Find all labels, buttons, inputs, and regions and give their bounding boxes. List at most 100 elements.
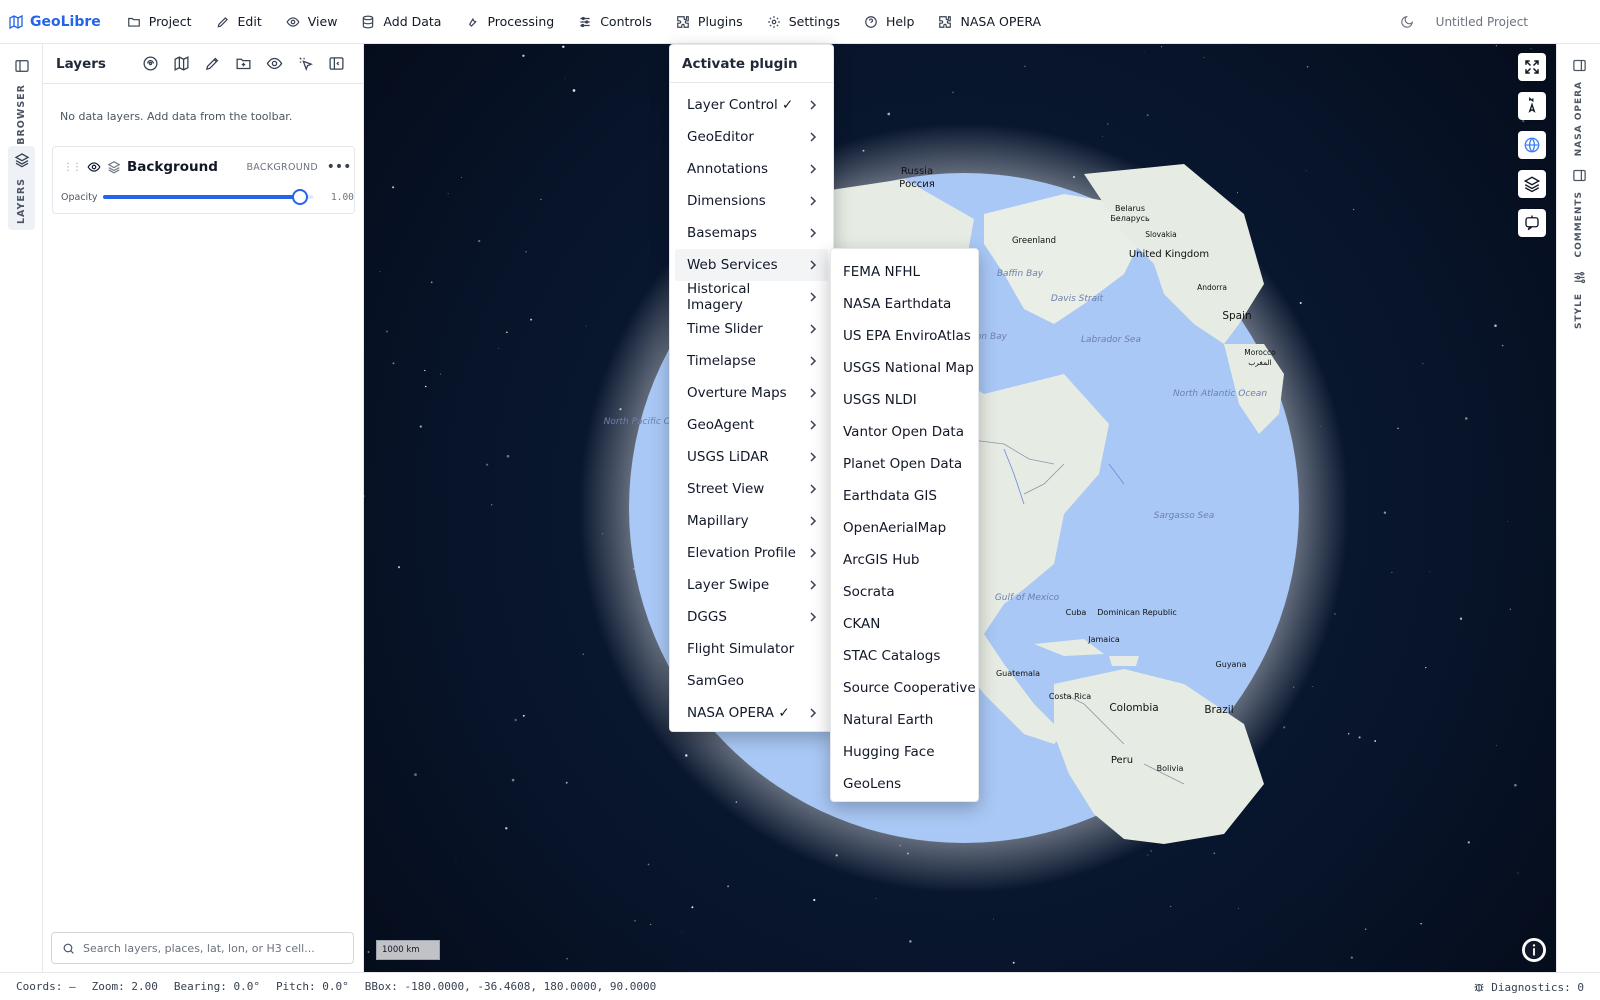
plugin-item-label: Overture Maps bbox=[687, 385, 787, 401]
visibility-icon[interactable] bbox=[266, 55, 283, 72]
more-options-icon[interactable]: ••• bbox=[324, 159, 354, 175]
plugin-item-geoagent[interactable]: GeoAgent bbox=[675, 409, 828, 441]
map-label: Costa Rica bbox=[1049, 692, 1091, 701]
web-service-ckan[interactable]: CKAN bbox=[831, 608, 978, 640]
opacity-slider-thumb[interactable] bbox=[292, 189, 309, 205]
web-service-source-cooperative[interactable]: Source Cooperative bbox=[831, 672, 978, 704]
basemap-icon[interactable] bbox=[173, 55, 190, 72]
plugin-item-annotations[interactable]: Annotations bbox=[675, 153, 828, 185]
map-label: Spain bbox=[1222, 310, 1251, 322]
plugin-item-web-services[interactable]: Web Services bbox=[675, 249, 828, 281]
web-service-usgs-national-map[interactable]: USGS National Map bbox=[831, 352, 978, 384]
add-folder-icon[interactable] bbox=[235, 55, 252, 72]
menu-project[interactable]: Project bbox=[115, 0, 204, 44]
web-service-openaerialmap[interactable]: OpenAerialMap bbox=[831, 512, 978, 544]
layer-item-background[interactable]: ⋮⋮ Background BACKGROUND ••• Opacity 1.0… bbox=[52, 146, 355, 214]
plugin-item-dggs[interactable]: DGGS bbox=[675, 601, 828, 633]
map-label: Bolivia bbox=[1157, 764, 1184, 773]
globe-button[interactable] bbox=[1518, 131, 1546, 159]
moon-icon[interactable] bbox=[1400, 15, 1414, 29]
tab-browser-label: BROWSER bbox=[16, 84, 27, 145]
layers-panel-header: Layers bbox=[43, 44, 363, 84]
plugin-item-historical-imagery[interactable]: Historical Imagery bbox=[675, 281, 828, 313]
tab-browser[interactable]: BROWSER bbox=[8, 52, 35, 151]
menu-processing[interactable]: Processing bbox=[453, 0, 566, 44]
diagnostics-button[interactable]: Diagnostics: 0 bbox=[1473, 973, 1584, 1000]
star bbox=[1350, 956, 1353, 959]
plugin-item-time-slider[interactable]: Time Slider bbox=[675, 313, 828, 345]
plugin-item-flight-simulator[interactable]: Flight Simulator bbox=[675, 633, 828, 665]
plugin-item-mapillary[interactable]: Mapillary bbox=[675, 505, 828, 537]
plugin-item-samgeo[interactable]: SamGeo bbox=[675, 665, 828, 697]
tab-comments[interactable]: COMMENTS bbox=[1564, 168, 1594, 257]
plugin-item-overture-maps[interactable]: Overture Maps bbox=[675, 377, 828, 409]
plugin-item-usgs-lidar[interactable]: USGS LiDAR bbox=[675, 441, 828, 473]
plugin-item-label: Flight Simulator bbox=[687, 641, 795, 657]
chat-bot-button[interactable] bbox=[1518, 209, 1546, 237]
menu-add-data[interactable]: Add Data bbox=[349, 0, 453, 44]
menu-help[interactable]: Help bbox=[852, 0, 927, 44]
plugin-item-basemaps[interactable]: Basemaps bbox=[675, 217, 828, 249]
menu-settings[interactable]: Settings bbox=[755, 0, 852, 44]
plugin-item-geoeditor[interactable]: GeoEditor bbox=[675, 121, 828, 153]
menu-edit[interactable]: Edit bbox=[204, 0, 274, 44]
web-service-socrata[interactable]: Socrata bbox=[831, 576, 978, 608]
layers-control-button[interactable] bbox=[1518, 170, 1546, 198]
search-input[interactable] bbox=[83, 941, 343, 955]
style-pen-icon[interactable] bbox=[204, 55, 221, 72]
star bbox=[1213, 852, 1215, 854]
plugin-item-timelapse[interactable]: Timelapse bbox=[675, 345, 828, 377]
web-service-nasa-earthdata[interactable]: NASA Earthdata bbox=[831, 288, 978, 320]
chevron-right-icon bbox=[810, 516, 817, 526]
web-service-usgs-nldi[interactable]: USGS NLDI bbox=[831, 384, 978, 416]
star bbox=[1420, 922, 1422, 925]
select-icon[interactable] bbox=[297, 55, 314, 72]
help-circle-icon bbox=[865, 15, 877, 28]
star bbox=[1299, 301, 1302, 305]
tab-nasa-opera[interactable]: NASA OPERA bbox=[1564, 58, 1594, 156]
scale-bar: 1000 km bbox=[376, 940, 440, 960]
star bbox=[650, 923, 652, 925]
project-title[interactable]: Untitled Project bbox=[1436, 15, 1528, 29]
star bbox=[414, 773, 417, 777]
plugin-item-layer-control[interactable]: Layer Control ✓ bbox=[675, 89, 828, 121]
attribution-button[interactable] bbox=[1522, 938, 1546, 962]
map-icon bbox=[9, 14, 23, 29]
web-service-arcgis-hub[interactable]: ArcGIS Hub bbox=[831, 544, 978, 576]
web-service-earthdata-gis[interactable]: Earthdata GIS bbox=[831, 480, 978, 512]
star bbox=[506, 331, 508, 334]
web-service-hugging-face[interactable]: Hugging Face bbox=[831, 736, 978, 768]
menu-controls[interactable]: Controls bbox=[566, 0, 664, 44]
plugin-item-layer-swipe[interactable]: Layer Swipe bbox=[675, 569, 828, 601]
collapse-panel-icon[interactable] bbox=[328, 55, 345, 72]
map-label: Dominican Republic bbox=[1097, 608, 1176, 617]
plugin-item-street-view[interactable]: Street View bbox=[675, 473, 828, 505]
add-layer-icon[interactable] bbox=[142, 55, 159, 72]
brand[interactable]: GeoLibre bbox=[8, 14, 101, 30]
eye-icon[interactable] bbox=[87, 160, 101, 174]
star bbox=[1146, 114, 1149, 116]
plugin-item-dimensions[interactable]: Dimensions bbox=[675, 185, 828, 217]
plugin-item-nasa-opera[interactable]: NASA OPERA ✓ bbox=[675, 697, 828, 729]
star bbox=[1509, 608, 1511, 610]
web-service-vantor-open-data[interactable]: Vantor Open Data bbox=[831, 416, 978, 448]
star bbox=[514, 718, 517, 722]
web-service-geolens[interactable]: GeoLens bbox=[831, 768, 978, 800]
menu-view[interactable]: View bbox=[274, 0, 350, 44]
fullscreen-button[interactable] bbox=[1518, 53, 1546, 81]
tab-layers[interactable]: LAYERS bbox=[8, 146, 35, 231]
web-service-planet-open-data[interactable]: Planet Open Data bbox=[831, 448, 978, 480]
menu-plugins[interactable]: Plugins bbox=[664, 0, 755, 44]
drag-handle-icon[interactable]: ⋮⋮ bbox=[63, 162, 82, 173]
web-service-natural-earth[interactable]: Natural Earth bbox=[831, 704, 978, 736]
tab-style[interactable]: STYLE bbox=[1564, 270, 1594, 329]
compass-button[interactable] bbox=[1518, 92, 1546, 120]
plugin-item-elevation-profile[interactable]: Elevation Profile bbox=[675, 537, 828, 569]
web-service-us-epa-enviroatlas[interactable]: US EPA EnviroAtlas bbox=[831, 320, 978, 352]
web-service-fema-nfhl[interactable]: FEMA NFHL bbox=[831, 256, 978, 288]
web-service-stac-catalogs[interactable]: STAC Catalogs bbox=[831, 640, 978, 672]
menu-nasa-opera[interactable]: NASA OPERA bbox=[926, 0, 1053, 44]
opacity-slider[interactable] bbox=[103, 189, 313, 205]
layer-search[interactable] bbox=[51, 932, 354, 964]
star bbox=[1429, 571, 1431, 572]
